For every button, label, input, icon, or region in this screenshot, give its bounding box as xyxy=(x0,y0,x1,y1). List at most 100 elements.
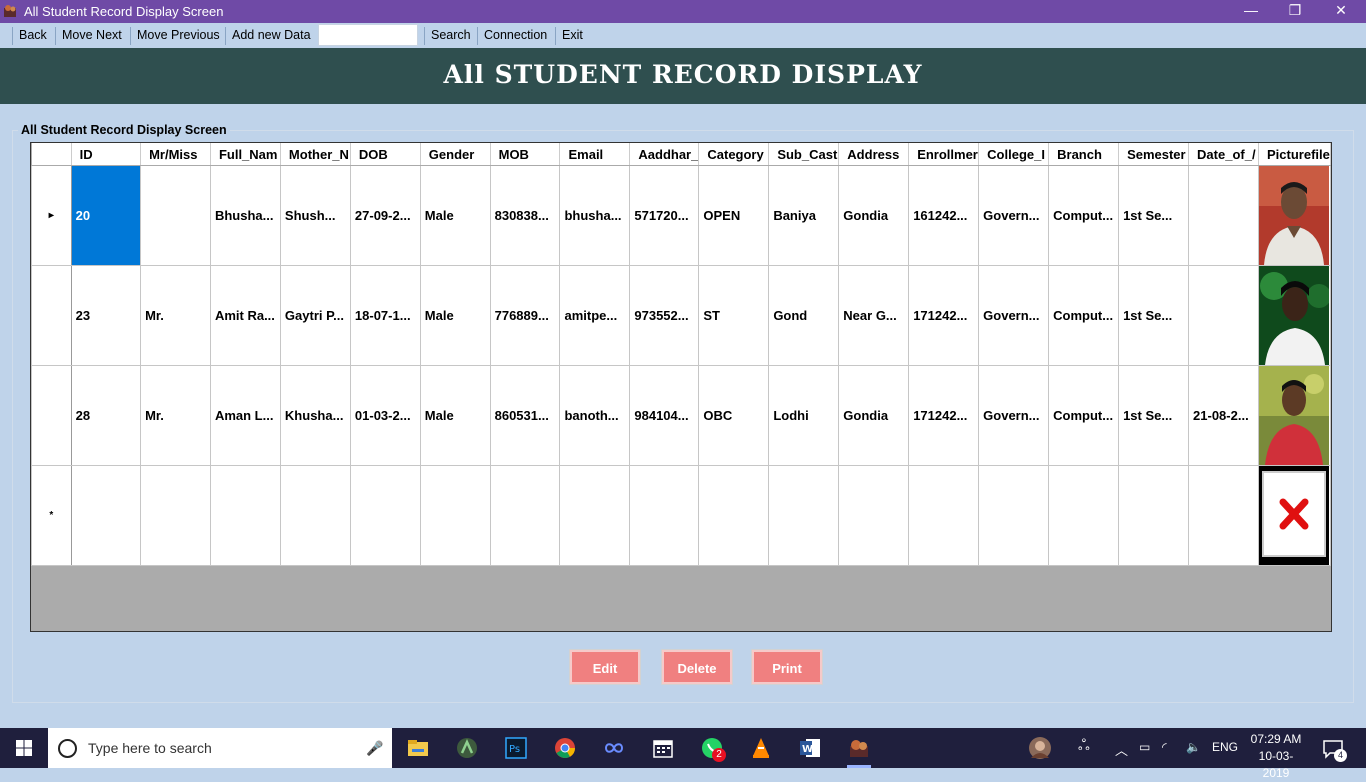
cell-enrollment[interactable]: 171242... xyxy=(908,265,980,366)
cell-branch[interactable]: Comput... xyxy=(1048,165,1120,266)
cell-college[interactable]: Govern... xyxy=(978,265,1050,366)
cell-mother-name[interactable]: Khusha... xyxy=(279,365,351,466)
column-header-address[interactable]: Address xyxy=(838,143,910,166)
menu-exit[interactable]: Exit xyxy=(557,27,588,45)
close-button[interactable]: ✕ xyxy=(1318,0,1364,23)
word-icon[interactable]: W xyxy=(798,736,822,760)
cell-id[interactable] xyxy=(70,465,142,566)
cell-category[interactable]: OBC xyxy=(698,365,770,466)
clock[interactable]: 07:29 AM 10-03-2019 xyxy=(1246,731,1306,782)
cell-dob[interactable]: 01-03-2... xyxy=(349,365,421,466)
cell-date-of-admission[interactable] xyxy=(1188,265,1259,366)
cell-picture[interactable] xyxy=(1258,265,1331,366)
column-header-id[interactable]: ID xyxy=(71,143,142,166)
cell-gender[interactable]: Male xyxy=(419,265,491,366)
cell-gender[interactable]: Male xyxy=(419,365,491,466)
cell-picture[interactable] xyxy=(1258,465,1331,566)
cell-address[interactable]: Gondia xyxy=(838,365,910,466)
cell-address[interactable]: Gondia xyxy=(838,165,910,266)
cell-full-name[interactable]: Aman L... xyxy=(209,365,281,466)
cell-mr-miss[interactable]: Mr. xyxy=(140,365,211,466)
chrome-icon[interactable] xyxy=(553,736,577,760)
cell-picture[interactable] xyxy=(1258,365,1331,466)
taskbar-search-box[interactable]: Type here to search 🎤 xyxy=(48,728,392,768)
minimize-button[interactable]: — xyxy=(1228,0,1274,23)
cell-mother-name[interactable]: Shush... xyxy=(279,165,351,266)
cell-mob[interactable] xyxy=(489,465,561,566)
microphone-icon[interactable]: 🎤 xyxy=(366,740,383,757)
cell-branch[interactable]: Comput... xyxy=(1048,265,1120,366)
cell-sub-cast[interactable]: Baniya xyxy=(768,165,840,266)
cell-date-of-admission[interactable] xyxy=(1188,165,1259,266)
battery-icon[interactable]: ▭ xyxy=(1139,740,1150,754)
cell-email[interactable] xyxy=(559,465,631,566)
cell-dob[interactable] xyxy=(349,465,421,566)
show-hidden-icons-chevron-up-icon[interactable]: ︿ xyxy=(1115,740,1128,759)
cell-id[interactable]: 23 xyxy=(70,265,142,366)
cell-gender[interactable] xyxy=(419,465,491,566)
vlc-icon[interactable] xyxy=(749,736,773,760)
cell-dob[interactable]: 27-09-2... xyxy=(349,165,421,266)
cell-semester[interactable] xyxy=(1118,465,1190,566)
cell-mr-miss[interactable]: Mr. xyxy=(140,265,211,366)
cell-semester[interactable]: 1st Se... xyxy=(1118,365,1190,466)
cell-date-of-admission[interactable] xyxy=(1188,465,1259,566)
cell-address[interactable]: Near G... xyxy=(838,265,910,366)
cell-college[interactable] xyxy=(978,465,1050,566)
column-header-dob[interactable]: DOB xyxy=(350,143,421,166)
cell-id[interactable]: 28 xyxy=(70,365,142,466)
print-button[interactable]: Print xyxy=(752,650,822,684)
column-header-aaddhar[interactable]: Aaddhar_ xyxy=(629,143,700,166)
menu-add-new-data[interactable]: Add new Data xyxy=(227,27,316,45)
delete-button[interactable]: Delete xyxy=(662,650,732,684)
cell-semester[interactable]: 1st Se... xyxy=(1118,265,1190,366)
cell-branch[interactable]: Comput... xyxy=(1048,365,1120,466)
row-header[interactable] xyxy=(31,365,72,466)
row-header-current[interactable]: ▸ xyxy=(31,165,72,266)
cell-sub-cast[interactable] xyxy=(768,465,840,566)
cell-address[interactable] xyxy=(838,465,910,566)
cell-category[interactable] xyxy=(698,465,770,566)
cell-branch[interactable] xyxy=(1048,465,1120,566)
cell-semester[interactable]: 1st Se... xyxy=(1118,165,1190,266)
cell-date-of-admission[interactable]: 21-08-2... xyxy=(1188,365,1259,466)
cell-mother-name[interactable]: Gaytri P... xyxy=(279,265,351,366)
windows-start-icon[interactable] xyxy=(16,740,32,756)
cell-picture[interactable] xyxy=(1258,165,1331,266)
cell-sub-cast[interactable]: Gond xyxy=(768,265,840,366)
row-header[interactable] xyxy=(31,265,72,366)
row-header-new[interactable]: * xyxy=(31,465,72,566)
table-row[interactable]: 23 Mr. Amit Ra... Gaytri P... 18-07-1...… xyxy=(31,265,1331,366)
cell-enrollment[interactable]: 161242... xyxy=(908,165,980,266)
student-data-grid[interactable]: ID Mr/Miss Full_Nam Mother_N DOB Gender … xyxy=(30,142,1332,632)
cell-mob[interactable]: 776889... xyxy=(489,265,561,366)
cell-mob[interactable]: 830838... xyxy=(489,165,561,266)
cell-full-name[interactable]: Amit Ra... xyxy=(209,265,281,366)
row-header-corner[interactable] xyxy=(31,143,72,166)
calendar-icon[interactable] xyxy=(651,736,675,760)
volume-icon[interactable]: 🔈 xyxy=(1186,740,1201,754)
cell-aaddhar[interactable]: 571720... xyxy=(629,165,700,266)
column-header-mr-miss[interactable]: Mr/Miss xyxy=(140,143,211,166)
column-header-category[interactable]: Category xyxy=(698,143,770,166)
cell-mother-name[interactable] xyxy=(279,465,351,566)
cell-id[interactable]: 20 xyxy=(70,165,142,266)
cell-email[interactable]: bhusha... xyxy=(559,165,631,266)
app-taskbar-icon[interactable] xyxy=(847,736,871,760)
search-input[interactable] xyxy=(318,24,418,46)
cell-aaddhar[interactable] xyxy=(629,465,700,566)
edit-button[interactable]: Edit xyxy=(570,650,640,684)
infinity-app-icon[interactable] xyxy=(602,736,626,760)
cell-dob[interactable]: 18-07-1... xyxy=(349,265,421,366)
column-header-enrollment[interactable]: Enrollmer xyxy=(908,143,980,166)
cell-category[interactable]: OPEN xyxy=(698,165,770,266)
column-header-full-name[interactable]: Full_Nam xyxy=(210,143,281,166)
cell-email[interactable]: amitpe... xyxy=(559,265,631,366)
photoshop-icon[interactable]: Ps xyxy=(504,736,528,760)
menu-move-previous[interactable]: Move Previous xyxy=(132,27,225,45)
column-header-picturefile[interactable]: Picturefile xyxy=(1258,143,1331,166)
people-icon[interactable]: ஃ xyxy=(1078,737,1090,756)
column-header-branch[interactable]: Branch xyxy=(1048,143,1120,166)
cell-sub-cast[interactable]: Lodhi xyxy=(768,365,840,466)
cell-college[interactable]: Govern... xyxy=(978,165,1050,266)
